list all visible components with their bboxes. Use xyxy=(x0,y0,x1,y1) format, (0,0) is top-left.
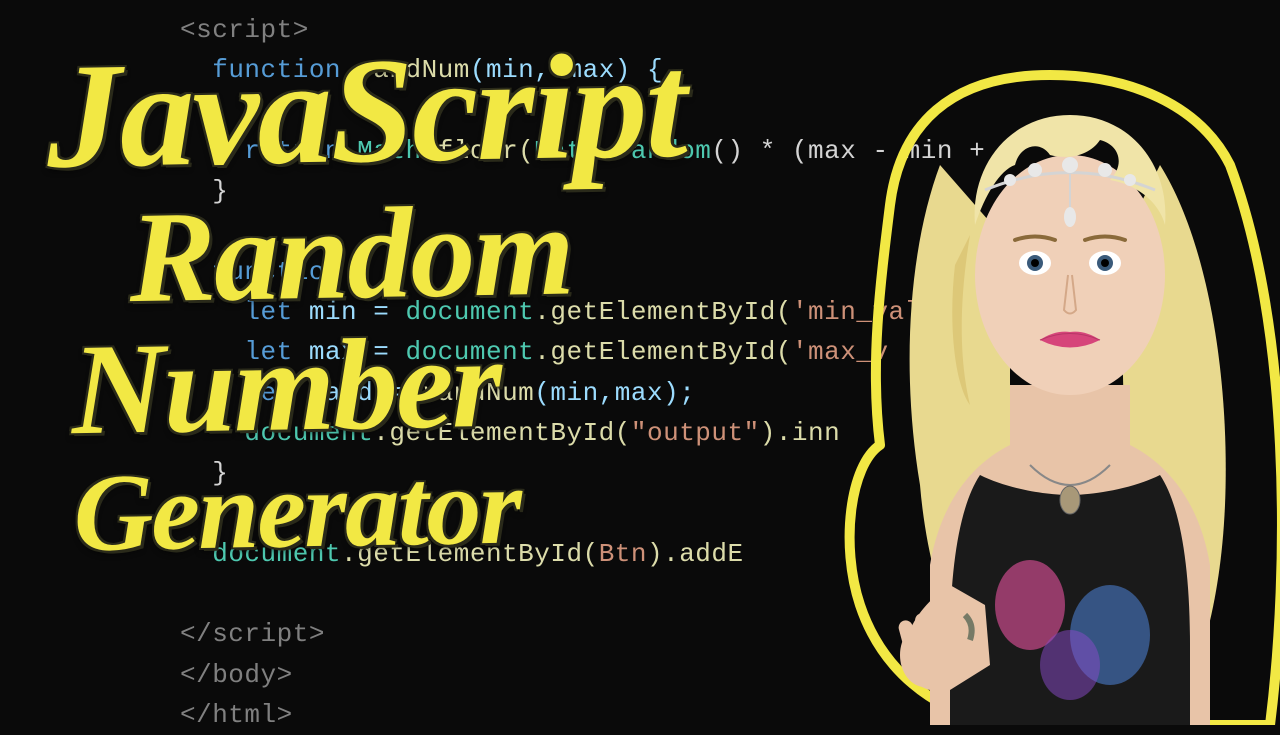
code-tag-body-close: </body> xyxy=(180,660,293,690)
title-line-4: Generator xyxy=(73,450,693,565)
thumbnail-title: JavaScript Random Number Generator xyxy=(46,34,693,565)
code-tag-script-close: </script> xyxy=(180,619,325,649)
code-tag-html-close: </html> xyxy=(180,700,293,730)
title-line-3: Number xyxy=(70,318,690,452)
title-line-1: JavaScript xyxy=(46,34,687,188)
title-line-2: Random xyxy=(128,187,688,320)
presenter-photo xyxy=(810,45,1280,725)
